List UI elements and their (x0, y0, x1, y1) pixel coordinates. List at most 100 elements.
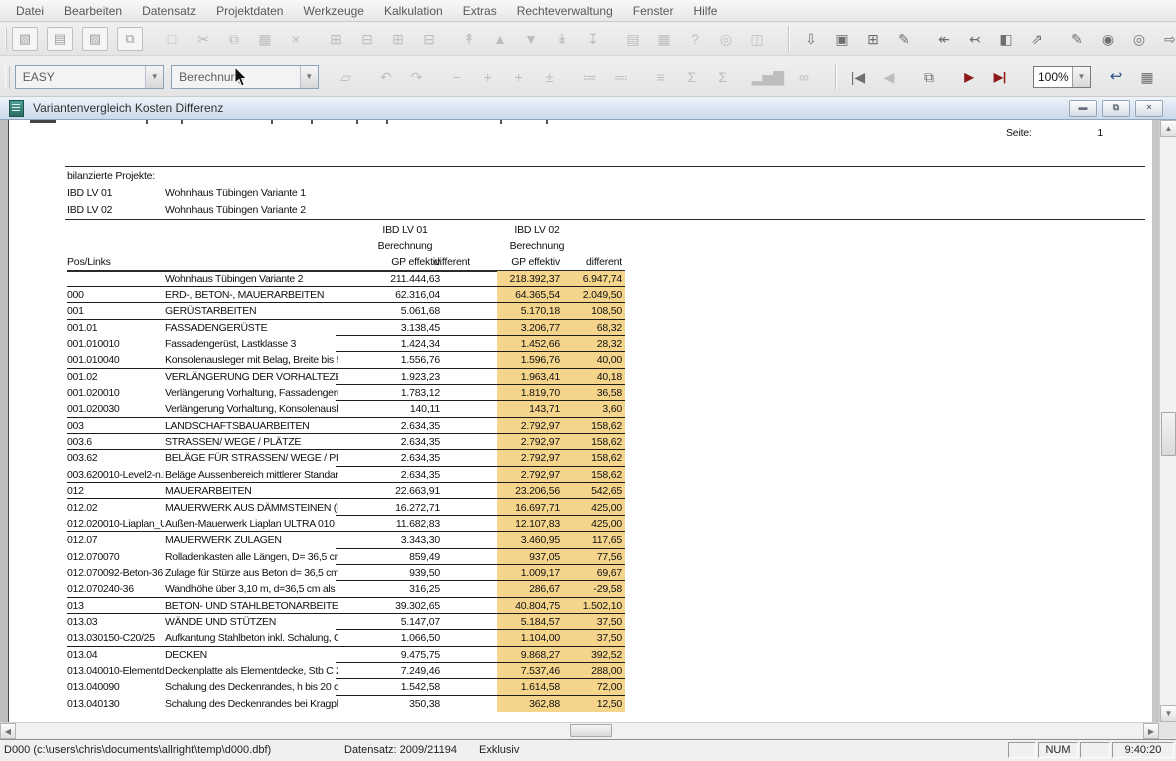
menu-datensatz[interactable]: Datensatz (132, 1, 206, 21)
undo-icon[interactable]: ↶ (375, 67, 397, 87)
move-up-icon[interactable]: ▲ (489, 29, 511, 49)
page-view-icon[interactable]: ▤ (47, 27, 73, 51)
minimize-button[interactable]: ▬ (1069, 100, 1097, 117)
menu-fenster[interactable]: Fenster (623, 1, 684, 21)
row-description: Zulage für Stürze aus Beton d= 36,5 cm (165, 565, 338, 582)
search-global-icon[interactable]: ◎ (1128, 29, 1150, 49)
prev-record-icon[interactable]: ◀ (878, 67, 900, 87)
chevron-down-icon[interactable]: ▼ (300, 66, 318, 88)
list-icon[interactable]: ≡ (650, 67, 672, 87)
zoom-combobox-value: 100% (1034, 67, 1072, 87)
zoom-combobox[interactable]: 100% ▼ (1033, 66, 1091, 88)
goto-end-icon[interactable]: ↧ (582, 29, 604, 49)
row-difference: 12,50 (532, 696, 622, 713)
add-position-above-icon[interactable]: + (477, 67, 499, 87)
status-empty-cell (1008, 742, 1036, 758)
scroll-up-icon[interactable]: ▲ (1160, 120, 1176, 137)
assign-back-icon[interactable]: ↞ (933, 29, 955, 49)
open-folder-icon[interactable]: ▱ (335, 67, 357, 87)
outline-demote-icon[interactable]: ⊟ (418, 29, 440, 49)
quickstart-icon[interactable]: ⇗ (1026, 29, 1048, 49)
exit-icon[interactable]: ↩ (1105, 67, 1127, 87)
toolbar-grip[interactable] (5, 66, 10, 88)
table-row: 012.070092-Beton-36Zulage für Stürze aus… (9, 565, 649, 581)
remove-position-icon[interactable]: − (446, 67, 468, 87)
help-icon[interactable]: ? (684, 29, 706, 49)
insert-sub-list-icon[interactable]: ≕ (610, 67, 632, 87)
menu-hilfe[interactable]: Hilfe (683, 1, 727, 21)
close-button[interactable]: × (1135, 100, 1163, 117)
scroll-down-icon[interactable]: ▼ (1160, 705, 1176, 722)
row-gp-variant1: 2.634,35 (350, 450, 440, 467)
menu-rechteverwaltung[interactable]: Rechteverwaltung (507, 1, 623, 21)
assign-left-icon[interactable]: ↢ (964, 29, 986, 49)
delete-icon[interactable]: × (285, 29, 307, 49)
row-gp-variant1: 9.475,75 (350, 647, 440, 664)
print-preview-icon[interactable]: ▤ (622, 29, 644, 49)
copy-record-icon[interactable]: ⧉ (918, 67, 940, 87)
catalog-view-icon[interactable]: ⧉ (117, 27, 143, 51)
table-row: 013.030150-C20/25Aufkantung Stahlbeton i… (9, 630, 649, 646)
add-subposition-icon[interactable]: ± (539, 67, 561, 87)
chevron-down-icon[interactable]: ▼ (145, 66, 163, 88)
chevron-down-icon[interactable]: ▼ (1072, 67, 1090, 87)
menu-datei[interactable]: Datei (6, 1, 54, 21)
new-document-icon[interactable]: □ (161, 29, 183, 49)
row-gp-variant1: 1.783,12 (350, 385, 440, 402)
outline-add-icon[interactable]: ⊞ (325, 29, 347, 49)
insert-position-list-icon[interactable]: ≔ (579, 67, 601, 87)
edit-pencil-icon[interactable]: ✎ (1066, 29, 1088, 49)
menu-extras[interactable]: Extras (453, 1, 507, 21)
menu-kalkulation[interactable]: Kalkulation (374, 1, 453, 21)
print-report-icon[interactable]: ▦ (1136, 67, 1158, 87)
profile-combobox[interactable]: EASY ▼ (15, 65, 164, 89)
vertical-scrollbar[interactable]: ▲ ▼ (1159, 120, 1176, 722)
import-record-icon[interactable]: ⇩ (800, 29, 822, 49)
partial-sum-icon[interactable]: Σ (681, 67, 703, 87)
move-down-icon[interactable]: ▼ (520, 29, 542, 49)
report-view-icon[interactable]: ▧ (12, 27, 38, 51)
table-row: 003.62BELÄGE FÜR STRASSEN/ WEGE / PLÄTZE… (9, 450, 649, 466)
paste-icon[interactable]: ▦ (254, 29, 276, 49)
search-record-icon[interactable]: ◉ (1097, 29, 1119, 49)
chart-icon[interactable]: ▂▅▇ (752, 67, 784, 87)
edit-document-icon[interactable]: ✎ (893, 29, 915, 49)
storage-box-icon[interactable]: ▣ (831, 29, 853, 49)
scroll-right-icon[interactable]: ▶ (1143, 723, 1159, 739)
table-row: 012.020010-Liaplan_UltraAußen-Mauerwerk … (9, 516, 649, 532)
scroll-left-icon[interactable]: ◀ (0, 723, 16, 739)
reb-infinity-icon[interactable]: ∞ (793, 67, 815, 87)
next-record-icon[interactable]: ▶ (958, 67, 980, 87)
horizontal-scrollbar[interactable]: ◀ ▶ (0, 722, 1159, 738)
menu-werkzeuge[interactable]: Werkzeuge (293, 1, 373, 21)
scrollbar-corner (1159, 722, 1176, 738)
horizontal-scroll-thumb[interactable] (570, 724, 612, 737)
clipped-text-remnant (356, 120, 358, 124)
toolbar-grip[interactable] (5, 28, 7, 50)
graphic-view-icon[interactable]: ▨ (82, 27, 108, 51)
add-document-icon[interactable]: ⊞ (862, 29, 884, 49)
menu-projektdaten[interactable]: Projektdaten (206, 1, 293, 21)
copy-icon[interactable]: ⧉ (223, 29, 245, 49)
restore-button[interactable]: ⧉ (1102, 100, 1130, 117)
export-document-icon[interactable]: ⇨ (1159, 29, 1176, 49)
menu-bearbeiten[interactable]: Bearbeiten (54, 1, 132, 21)
zoom-search-icon[interactable]: ◎ (715, 29, 737, 49)
status-bar: D000 (c:\users\chris\documents\allright\… (0, 739, 1176, 761)
last-record-icon[interactable]: ▶| (989, 67, 1011, 87)
vertical-scroll-thumb[interactable] (1161, 412, 1176, 456)
cut-icon[interactable]: ✂ (192, 29, 214, 49)
first-record-icon[interactable]: |◀ (847, 67, 869, 87)
split-window-icon[interactable]: ◫ (746, 29, 768, 49)
outline-promote-icon[interactable]: ⊞ (387, 29, 409, 49)
redo-icon[interactable]: ↷ (406, 67, 428, 87)
sum-icon[interactable]: Σ (712, 67, 734, 87)
print-icon[interactable]: ▦ (653, 29, 675, 49)
move-top-icon[interactable]: ↟ (458, 29, 480, 49)
add-position-icon[interactable]: + (508, 67, 530, 87)
project-name: Wohnhaus Tübingen Variante 2 (165, 204, 306, 216)
window-tile-icon[interactable]: ◧ (995, 29, 1017, 49)
move-bottom-icon[interactable]: ↡ (551, 29, 573, 49)
outline-add-sub-icon[interactable]: ⊟ (356, 29, 378, 49)
document-titlebar[interactable]: Variantenvergleich Kosten Differenz ▬ ⧉ … (0, 97, 1176, 120)
